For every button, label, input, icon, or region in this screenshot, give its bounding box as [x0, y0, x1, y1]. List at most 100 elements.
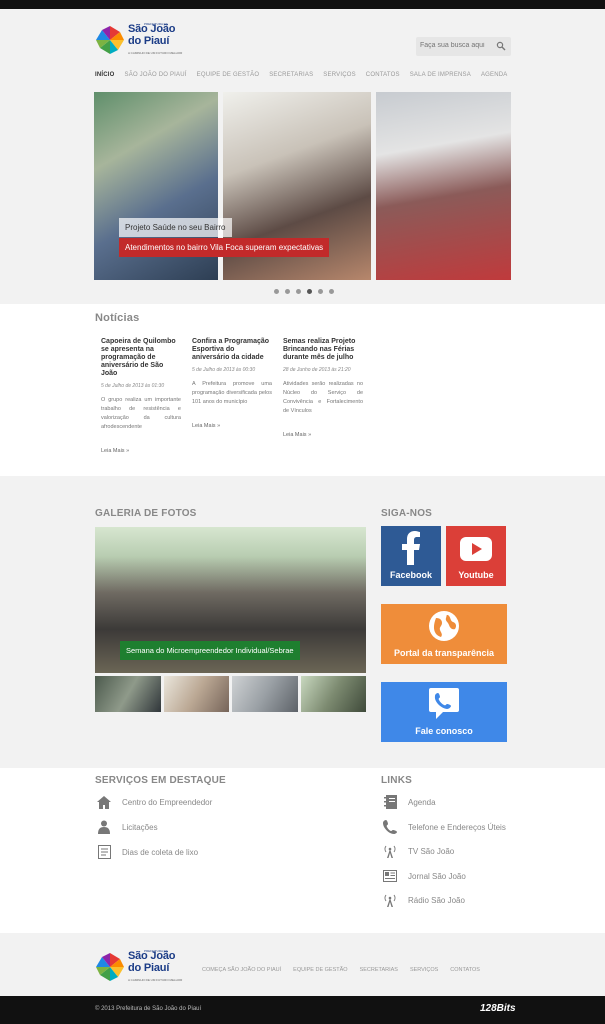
gallery-thumbnail[interactable] — [95, 676, 161, 712]
user-icon — [96, 819, 112, 835]
service-item[interactable]: Licitações — [96, 819, 158, 835]
link-item[interactable]: Jornal São João — [382, 868, 466, 884]
service-item[interactable]: Dias de coleta de lixo — [96, 844, 198, 860]
nav-sala-imprensa[interactable]: SALA DE IMPRENSA — [410, 72, 471, 78]
slider-dot[interactable] — [274, 289, 279, 294]
transparency-portal-button[interactable]: Portal da transparência — [381, 604, 507, 664]
phone-chat-icon — [429, 688, 459, 719]
gallery-thumbnail[interactable] — [300, 676, 366, 712]
news-item-excerpt: O grupo realiza um importante trabalho d… — [101, 397, 181, 430]
slide-photo-3 — [376, 92, 511, 280]
transparency-portal-label: Portal da transparência — [393, 648, 495, 658]
gallery-main-photo[interactable]: Semana do Microempreendedor Individual/S… — [95, 527, 366, 673]
nav-agenda[interactable]: AGENDA — [481, 72, 508, 78]
social-title: SIGA-NOS — [381, 508, 433, 519]
phone-icon — [382, 819, 398, 835]
services-section — [0, 768, 605, 933]
slider-dot[interactable] — [296, 289, 301, 294]
slide-caption-title[interactable]: Projeto Saúde no seu Bairro — [119, 218, 232, 237]
read-more-link[interactable]: Leia Mais » — [283, 432, 311, 438]
footer-nav: COMEÇA SÃO JOÃO DO PIAUÍ EQUIPE DE GESTÃ… — [202, 967, 492, 973]
service-item-label: Licitações — [122, 822, 158, 832]
search-input[interactable] — [420, 42, 490, 49]
logo-name: São João do Piauí — [128, 951, 176, 974]
youtube-label: Youtube — [458, 570, 494, 580]
logo-tagline: A CAMINHO DE UM FUTURO MELHOR — [128, 51, 183, 55]
site-logo[interactable]: PREFEITURA DE São João do Piauí A CAMINH… — [94, 22, 186, 58]
notebook-icon — [382, 794, 398, 810]
slider-dot[interactable] — [285, 289, 290, 294]
link-item[interactable]: Agenda — [382, 794, 436, 810]
news-item-title[interactable]: Semas realiza Projeto Brincando nas Féri… — [283, 338, 363, 362]
radio-tower-icon — [382, 892, 398, 908]
link-item[interactable]: Telefone e Endereços Úteis — [382, 819, 506, 835]
news-item-excerpt: Atividades serão realizadas no Núcleo do… — [283, 381, 363, 414]
broadcast-tower-icon — [382, 843, 398, 859]
top-bar — [0, 0, 605, 9]
link-item[interactable]: Rádio São João — [382, 892, 465, 908]
slider-dot[interactable] — [329, 289, 334, 294]
youtube-button[interactable]: Youtube — [446, 526, 506, 586]
news-item-title[interactable]: Confira a Programação Esportiva do anive… — [192, 338, 272, 362]
youtube-icon — [460, 537, 492, 561]
developer-brand[interactable]: 128Bits — [480, 1003, 516, 1014]
news-item-title[interactable]: Capoeira de Quilombo se apresenta na pro… — [101, 338, 181, 378]
bottom-bar: © 2013 Prefeitura de São João do Piauí 1… — [0, 996, 605, 1024]
news-item-date: 28 de Junho de 2013 às 21:20 — [283, 367, 351, 373]
facebook-button[interactable]: Facebook — [381, 526, 441, 586]
home-icon — [96, 794, 112, 810]
news-item: Confira a Programação Esportiva do anive… — [192, 338, 272, 432]
facebook-label: Facebook — [389, 570, 432, 580]
logo-line1: São João — [128, 23, 176, 35]
gallery-thumbnail[interactable] — [163, 676, 229, 712]
link-item-label: Agenda — [408, 797, 436, 807]
read-more-link[interactable]: Leia Mais » — [101, 448, 129, 454]
nav-contatos[interactable]: CONTATOS — [366, 72, 400, 78]
news-item-excerpt: A Prefeitura promove uma programação div… — [192, 381, 272, 405]
service-item[interactable]: Centro do Empreendedor — [96, 794, 212, 810]
document-icon — [96, 844, 112, 860]
footer-nav-link[interactable]: CONTATOS — [450, 967, 480, 973]
contact-button[interactable]: Fale conosco — [381, 682, 507, 742]
slide-caption-text[interactable]: Atendimentos no bairro Vila Foca superam… — [119, 238, 330, 257]
services-title: SERVIÇOS EM DESTAQUE — [95, 775, 226, 786]
news-item-date: 5 de Julho de 2013 às 00:30 — [192, 367, 256, 373]
nav-servicos[interactable]: SERVIÇOS — [323, 72, 356, 78]
news-title: Notícias — [95, 312, 140, 324]
gallery-title: GALERIA DE FOTOS — [95, 508, 197, 519]
search-icon[interactable] — [496, 41, 506, 51]
news-item-date: 5 de Julho de 2013 às 01:30 — [101, 383, 165, 389]
slider-dots — [274, 289, 334, 294]
nav-secretarias[interactable]: SECRETARIAS — [269, 72, 313, 78]
nav-equipe[interactable]: EQUIPE DE GESTÃO — [197, 72, 260, 78]
nav-sao-joao[interactable]: SÃO JOÃO DO PIAUÍ — [125, 72, 187, 78]
service-item-label: Dias de coleta de lixo — [122, 847, 199, 857]
facebook-icon — [402, 531, 420, 565]
search-box[interactable] — [416, 37, 511, 56]
footer-logo[interactable]: PREFEITURA DE São João do Piauí A CAMINH… — [94, 949, 186, 985]
logo-tagline: A CAMINHO DE UM FUTURO MELHOR — [128, 978, 183, 982]
link-item-label: Rádio São João — [408, 895, 465, 905]
main-nav: INÍCIO SÃO JOÃO DO PIAUÍ EQUIPE DE GESTÃ… — [95, 72, 518, 78]
footer-nav-link[interactable]: COMEÇA SÃO JOÃO DO PIAUÍ — [202, 967, 281, 973]
globe-icon — [429, 611, 459, 641]
link-item[interactable]: TV São João — [382, 843, 454, 859]
pinwheel-logo-icon — [96, 26, 124, 54]
photo-slider[interactable]: Projeto Saúde no seu Bairro Atendimentos… — [94, 92, 511, 280]
logo-name: São João do Piauí — [128, 23, 176, 47]
gallery-thumbnail[interactable] — [232, 676, 298, 712]
logo-line2: do Piauí — [128, 962, 170, 974]
gallery-caption[interactable]: Semana do Microempreendedor Individual/S… — [120, 641, 300, 660]
service-item-label: Centro do Empreendedor — [122, 797, 213, 807]
copyright-text: © 2013 Prefeitura de São João do Piauí — [95, 1006, 202, 1012]
read-more-link[interactable]: Leia Mais » — [192, 423, 220, 429]
slider-dot[interactable] — [318, 289, 323, 294]
newspaper-icon — [382, 868, 398, 884]
news-item: Capoeira de Quilombo se apresenta na pro… — [101, 338, 181, 457]
footer-nav-link[interactable]: SECRETARIAS — [360, 967, 398, 973]
footer-nav-link[interactable]: EQUIPE DE GESTÃO — [293, 967, 347, 973]
pinwheel-logo-icon — [96, 953, 124, 981]
slider-dot-active[interactable] — [307, 289, 312, 294]
nav-inicio[interactable]: INÍCIO — [95, 72, 115, 78]
footer-nav-link[interactable]: SERVIÇOS — [410, 967, 438, 973]
